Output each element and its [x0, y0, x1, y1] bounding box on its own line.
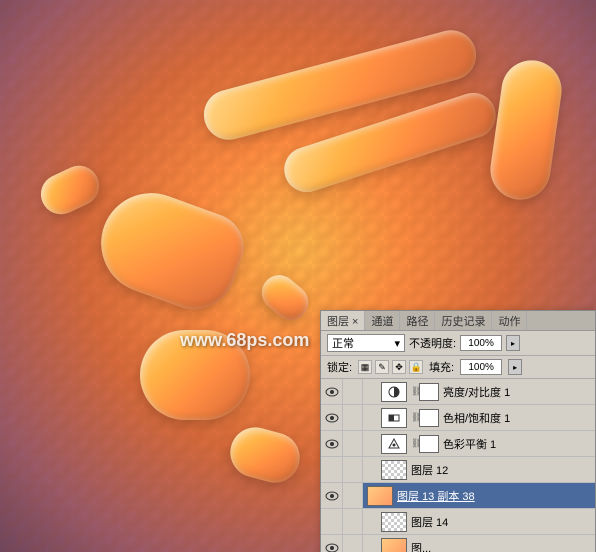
lock-label: 锁定:	[327, 359, 352, 375]
fill-input[interactable]: 100%	[460, 359, 502, 375]
lock-fill-row: 锁定: ▦ ✎ ✥ 🔒 填充: 100% ▸	[321, 356, 595, 379]
fill-dropdown-icon[interactable]: ▸	[508, 359, 522, 375]
layer-name: 色相/饱和度 1	[443, 410, 510, 426]
blend-opacity-row: 正常 ▾ 不透明度: 100% ▸	[321, 331, 595, 356]
layer-thumb	[381, 512, 407, 532]
layer-name: 亮度/对比度 1	[443, 384, 510, 400]
link-col[interactable]	[343, 405, 363, 430]
watermark-url: www.68ps.com	[180, 330, 309, 351]
adjustment-thumb	[381, 408, 407, 428]
link-col[interactable]	[343, 457, 363, 482]
layer-name: 图层 12	[411, 462, 448, 478]
lock-transparency-icon[interactable]: ▦	[358, 360, 372, 374]
visibility-toggle[interactable]	[321, 535, 343, 552]
layer-row-14[interactable]: 图层 14	[321, 509, 595, 535]
mask-thumb	[419, 383, 439, 401]
eye-icon	[325, 439, 339, 449]
adjustment-thumb	[381, 434, 407, 454]
visibility-toggle[interactable]	[321, 483, 343, 508]
canvas-background: www.68ps.com PS 爱好者 www.sai... 图层 × 通道 路…	[0, 0, 596, 552]
lock-icons-group: ▦ ✎ ✥ 🔒	[358, 360, 423, 374]
link-col[interactable]	[343, 431, 363, 456]
tab-history[interactable]: 历史记录	[435, 311, 492, 330]
visibility-toggle[interactable]	[321, 509, 343, 534]
visibility-toggle[interactable]	[321, 457, 343, 482]
lock-position-icon[interactable]: ✥	[392, 360, 406, 374]
link-col[interactable]	[343, 483, 363, 508]
eye-icon	[325, 491, 339, 501]
visibility-toggle[interactable]	[321, 379, 343, 404]
layer-thumb	[381, 460, 407, 480]
link-col[interactable]	[343, 509, 363, 534]
chain-icon: ⛓	[411, 386, 419, 397]
layer-row-last[interactable]: 图...	[321, 535, 595, 552]
visibility-toggle[interactable]	[321, 431, 343, 456]
layer-row-color-balance[interactable]: ⛓ 色彩平衡 1	[321, 431, 595, 457]
layer-row-hue-saturation[interactable]: ⛓ 色相/饱和度 1	[321, 405, 595, 431]
color-balance-icon	[387, 437, 401, 451]
tab-layers[interactable]: 图层 ×	[321, 311, 365, 330]
tab-channels[interactable]: 通道	[365, 311, 400, 330]
layer-thumb	[367, 486, 393, 506]
chevron-down-icon: ▾	[394, 337, 400, 350]
layer-row-brightness-contrast[interactable]: ⛓ 亮度/对比度 1	[321, 379, 595, 405]
layer-name: 图层 13 副本 38	[397, 488, 475, 504]
brightness-contrast-icon	[387, 385, 401, 399]
panel-tabs: 图层 × 通道 路径 历史记录 动作	[321, 311, 595, 331]
opacity-input[interactable]: 100%	[460, 335, 502, 351]
lock-all-icon[interactable]: 🔒	[409, 360, 423, 374]
chain-icon: ⛓	[411, 412, 419, 423]
opacity-label: 不透明度:	[409, 335, 456, 351]
blend-mode-select[interactable]: 正常 ▾	[327, 334, 405, 352]
adjustment-thumb	[381, 382, 407, 402]
hue-saturation-icon	[387, 411, 401, 425]
lock-pixels-icon[interactable]: ✎	[375, 360, 389, 374]
layer-list: ⛓ 亮度/对比度 1 ⛓ 色相/饱和度 1	[321, 379, 595, 552]
fill-label: 填充:	[429, 359, 454, 375]
chain-icon: ⛓	[411, 438, 419, 449]
layers-panel: 图层 × 通道 路径 历史记录 动作 正常 ▾ 不透明度: 100% ▸ 锁定:…	[320, 310, 596, 552]
mask-thumb	[419, 409, 439, 427]
layer-row-12[interactable]: 图层 12	[321, 457, 595, 483]
layer-name: 色彩平衡 1	[443, 436, 496, 452]
layer-row-13-copy-38[interactable]: 图层 13 副本 38	[321, 483, 595, 509]
link-col[interactable]	[343, 379, 363, 404]
visibility-toggle[interactable]	[321, 405, 343, 430]
eye-icon	[325, 543, 339, 552]
mask-thumb	[419, 435, 439, 453]
opacity-dropdown-icon[interactable]: ▸	[506, 335, 520, 351]
tab-actions[interactable]: 动作	[492, 311, 527, 330]
tab-paths[interactable]: 路径	[400, 311, 435, 330]
layer-name: 图...	[411, 540, 431, 552]
link-col[interactable]	[343, 535, 363, 552]
blend-mode-value: 正常	[332, 335, 354, 351]
eye-icon	[325, 387, 339, 397]
layer-thumb	[381, 538, 407, 552]
layer-name: 图层 14	[411, 514, 448, 530]
eye-icon	[325, 413, 339, 423]
